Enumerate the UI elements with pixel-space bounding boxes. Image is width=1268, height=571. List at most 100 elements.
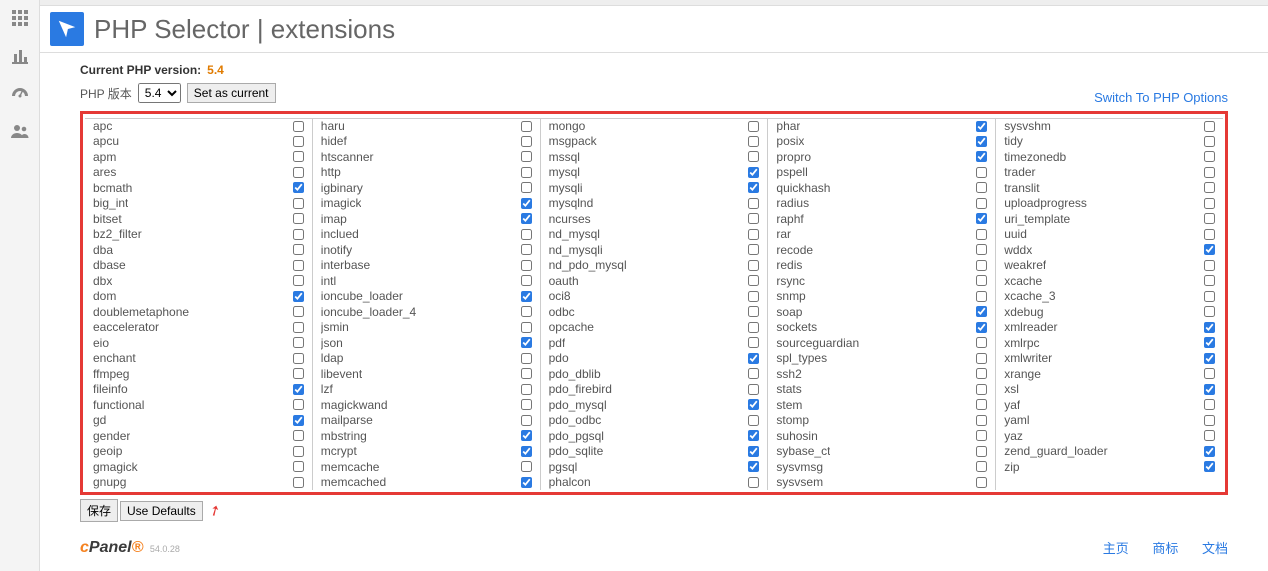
extension-checkbox-stomp[interactable] xyxy=(976,415,987,426)
switch-options-link[interactable]: Switch To PHP Options xyxy=(1094,90,1228,105)
extension-checkbox-json[interactable] xyxy=(521,337,532,348)
extension-checkbox-wddx[interactable] xyxy=(1204,244,1215,255)
extension-checkbox-yaz[interactable] xyxy=(1204,430,1215,441)
extension-checkbox-enchant[interactable] xyxy=(293,353,304,364)
extension-checkbox-bitset[interactable] xyxy=(293,213,304,224)
extension-checkbox-raphf[interactable] xyxy=(976,213,987,224)
save-button[interactable]: 保存 xyxy=(80,499,118,522)
extension-checkbox-dom[interactable] xyxy=(293,291,304,302)
extension-checkbox-pdo[interactable] xyxy=(748,353,759,364)
extension-checkbox-ncurses[interactable] xyxy=(748,213,759,224)
extension-checkbox-interbase[interactable] xyxy=(521,260,532,271)
extension-checkbox-xrange[interactable] xyxy=(1204,368,1215,379)
extension-checkbox-suhosin[interactable] xyxy=(976,430,987,441)
set-current-button[interactable]: Set as current xyxy=(187,83,276,103)
extension-checkbox-gnupg[interactable] xyxy=(293,477,304,488)
extension-checkbox-dbase[interactable] xyxy=(293,260,304,271)
extension-checkbox-stats[interactable] xyxy=(976,384,987,395)
extension-checkbox-mailparse[interactable] xyxy=(521,415,532,426)
extension-checkbox-pdo_odbc[interactable] xyxy=(748,415,759,426)
extension-checkbox-opcache[interactable] xyxy=(748,322,759,333)
extension-checkbox-pspell[interactable] xyxy=(976,167,987,178)
extension-checkbox-pgsql[interactable] xyxy=(748,461,759,472)
extension-checkbox-zend_guard_loader[interactable] xyxy=(1204,446,1215,457)
extension-checkbox-recode[interactable] xyxy=(976,244,987,255)
extension-checkbox-inclued[interactable] xyxy=(521,229,532,240)
extension-checkbox-sourceguardian[interactable] xyxy=(976,337,987,348)
extension-checkbox-haru[interactable] xyxy=(521,121,532,132)
extension-checkbox-xdebug[interactable] xyxy=(1204,306,1215,317)
extension-checkbox-stem[interactable] xyxy=(976,399,987,410)
extension-checkbox-apm[interactable] xyxy=(293,151,304,162)
extension-checkbox-magickwand[interactable] xyxy=(521,399,532,410)
extension-checkbox-libevent[interactable] xyxy=(521,368,532,379)
extension-checkbox-uuid[interactable] xyxy=(1204,229,1215,240)
footer-trademark-link[interactable]: 商标 xyxy=(1152,541,1178,556)
extension-checkbox-memcached[interactable] xyxy=(521,477,532,488)
footer-docs-link[interactable]: 文档 xyxy=(1202,541,1228,556)
extension-checkbox-eaccelerator[interactable] xyxy=(293,322,304,333)
extension-checkbox-weakref[interactable] xyxy=(1204,260,1215,271)
extension-checkbox-bcmath[interactable] xyxy=(293,182,304,193)
extension-checkbox-yaml[interactable] xyxy=(1204,415,1215,426)
extension-checkbox-mbstring[interactable] xyxy=(521,430,532,441)
extension-checkbox-nd_mysqli[interactable] xyxy=(748,244,759,255)
extension-checkbox-xcache_3[interactable] xyxy=(1204,291,1215,302)
extension-checkbox-ioncube_loader[interactable] xyxy=(521,291,532,302)
extension-checkbox-spl_types[interactable] xyxy=(976,353,987,364)
apps-icon[interactable] xyxy=(10,8,30,28)
extension-checkbox-nd_mysql[interactable] xyxy=(748,229,759,240)
extension-checkbox-nd_pdo_mysql[interactable] xyxy=(748,260,759,271)
extension-checkbox-apcu[interactable] xyxy=(293,136,304,147)
extension-checkbox-eio[interactable] xyxy=(293,337,304,348)
extension-checkbox-mcrypt[interactable] xyxy=(521,446,532,457)
extension-checkbox-xcache[interactable] xyxy=(1204,275,1215,286)
extension-checkbox-pdo_pgsql[interactable] xyxy=(748,430,759,441)
extension-checkbox-intl[interactable] xyxy=(521,275,532,286)
extension-checkbox-hidef[interactable] xyxy=(521,136,532,147)
extension-checkbox-sybase_ct[interactable] xyxy=(976,446,987,457)
extension-checkbox-pdo_firebird[interactable] xyxy=(748,384,759,395)
extension-checkbox-doublemetaphone[interactable] xyxy=(293,306,304,317)
extension-checkbox-timezonedb[interactable] xyxy=(1204,151,1215,162)
extension-checkbox-uri_template[interactable] xyxy=(1204,213,1215,224)
extension-checkbox-soap[interactable] xyxy=(976,306,987,317)
extension-checkbox-msgpack[interactable] xyxy=(748,136,759,147)
extension-checkbox-imap[interactable] xyxy=(521,213,532,224)
extension-checkbox-mssql[interactable] xyxy=(748,151,759,162)
extension-checkbox-http[interactable] xyxy=(521,167,532,178)
extension-checkbox-mysqli[interactable] xyxy=(748,182,759,193)
extension-checkbox-tidy[interactable] xyxy=(1204,136,1215,147)
extension-checkbox-xmlwriter[interactable] xyxy=(1204,353,1215,364)
extension-checkbox-xmlrpc[interactable] xyxy=(1204,337,1215,348)
extension-checkbox-mysqlnd[interactable] xyxy=(748,198,759,209)
extension-checkbox-translit[interactable] xyxy=(1204,182,1215,193)
extension-checkbox-posix[interactable] xyxy=(976,136,987,147)
extension-checkbox-htscanner[interactable] xyxy=(521,151,532,162)
extension-checkbox-sysvmsg[interactable] xyxy=(976,461,987,472)
extension-checkbox-bz2_filter[interactable] xyxy=(293,229,304,240)
extension-checkbox-igbinary[interactable] xyxy=(521,182,532,193)
extension-checkbox-pdo_sqlite[interactable] xyxy=(748,446,759,457)
extension-checkbox-ffmpeg[interactable] xyxy=(293,368,304,379)
extension-checkbox-imagick[interactable] xyxy=(521,198,532,209)
extension-checkbox-geoip[interactable] xyxy=(293,446,304,457)
extension-checkbox-oauth[interactable] xyxy=(748,275,759,286)
extension-checkbox-dbx[interactable] xyxy=(293,275,304,286)
extension-checkbox-apc[interactable] xyxy=(293,121,304,132)
extension-checkbox-quickhash[interactable] xyxy=(976,182,987,193)
extension-checkbox-fileinfo[interactable] xyxy=(293,384,304,395)
extension-checkbox-pdo_mysql[interactable] xyxy=(748,399,759,410)
extension-checkbox-sysvsem[interactable] xyxy=(976,477,987,488)
extension-checkbox-redis[interactable] xyxy=(976,260,987,271)
extension-checkbox-ares[interactable] xyxy=(293,167,304,178)
extension-checkbox-trader[interactable] xyxy=(1204,167,1215,178)
extension-checkbox-lzf[interactable] xyxy=(521,384,532,395)
extension-checkbox-big_int[interactable] xyxy=(293,198,304,209)
extension-checkbox-mysql[interactable] xyxy=(748,167,759,178)
php-version-select[interactable]: 5.4 xyxy=(138,83,181,103)
extension-checkbox-rsync[interactable] xyxy=(976,275,987,286)
footer-home-link[interactable]: 主页 xyxy=(1103,541,1129,556)
extension-checkbox-gmagick[interactable] xyxy=(293,461,304,472)
extension-checkbox-ssh2[interactable] xyxy=(976,368,987,379)
